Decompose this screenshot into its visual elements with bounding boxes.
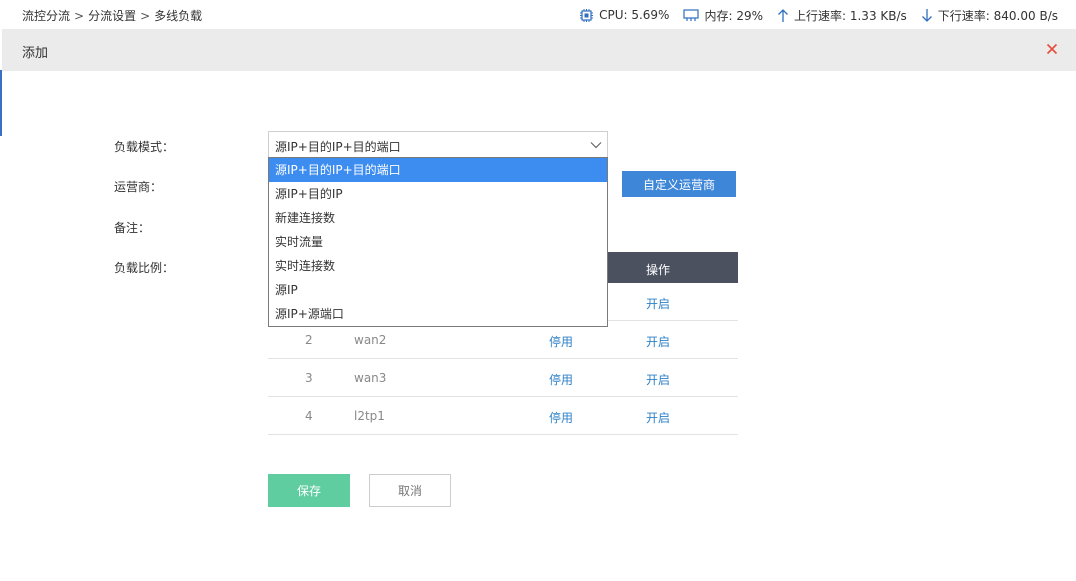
breadcrumb-separator: > <box>140 9 151 23</box>
download-stat: 下行速率: 840.00 B/s <box>921 7 1058 24</box>
cpu-icon <box>580 8 594 22</box>
row-enable-link[interactable]: 开启 <box>646 295 670 312</box>
load-mode-option[interactable]: 实时流量 <box>269 230 607 254</box>
row-number: 4 <box>305 409 313 423</box>
arrow-up-icon <box>778 8 788 22</box>
row-interface: wan2 <box>354 333 387 347</box>
modal-title: 添加 <box>22 46 49 61</box>
row-enable-link[interactable]: 开启 <box>646 371 670 388</box>
load-mode-option[interactable]: 源IP <box>269 278 607 302</box>
isp-label: 运营商： <box>114 180 163 194</box>
download-value: 下行速率: 840.00 B/s <box>937 8 1058 23</box>
table-header-operation: 操作 <box>646 263 671 277</box>
load-mode-option[interactable]: 源IP+源端口 <box>269 302 607 326</box>
memory-icon <box>683 9 700 21</box>
load-mode-label: 负载模式： <box>114 140 175 154</box>
top-status-bar: 流控分流 > 分流设置 > 多线负载 CPU: 5.69% 内存: 29% 上行速率: … <box>0 0 1076 29</box>
load-mode-option[interactable]: 源IP+目的IP <box>269 182 607 206</box>
custom-isp-button[interactable]: 自定义运营商 <box>622 171 736 197</box>
chevron-down-icon <box>590 142 602 149</box>
breadcrumb-separator: > <box>74 9 85 23</box>
row-disable-link[interactable]: 停用 <box>549 409 573 426</box>
load-mode-option[interactable]: 新建连接数 <box>269 206 607 230</box>
cpu-stat: CPU: 5.69% <box>579 8 669 23</box>
load-mode-value: 源IP+目的IP+目的端口 <box>275 140 401 154</box>
cancel-button[interactable]: 取消 <box>369 474 451 507</box>
remark-label: 备注： <box>114 221 151 235</box>
breadcrumb-item-current: 多线负载 <box>154 9 203 23</box>
row-disable-link[interactable]: 停用 <box>549 371 573 388</box>
breadcrumb-item[interactable]: 流控分流 <box>22 9 70 23</box>
load-mode-dropdown: 源IP+目的IP+目的端口 源IP+目的IP 新建连接数 实时流量 实时连接数 … <box>268 157 608 327</box>
breadcrumb-item[interactable]: 分流设置 <box>88 9 136 23</box>
upload-value: 上行速率: 1.33 KB/s <box>794 8 907 23</box>
load-mode-select[interactable]: 源IP+目的IP+目的端口 <box>268 131 608 158</box>
memory-stat: 内存: 29% <box>683 7 763 24</box>
load-mode-option-selected[interactable]: 源IP+目的IP+目的端口 <box>269 158 607 182</box>
ratio-label: 负载比例： <box>114 261 175 275</box>
row-disable-link[interactable]: 停用 <box>549 333 573 350</box>
row-enable-link[interactable]: 开启 <box>646 333 670 350</box>
left-edge-bar <box>0 70 2 136</box>
row-interface: l2tp1 <box>354 409 385 423</box>
save-button[interactable]: 保存 <box>268 474 350 507</box>
row-enable-link[interactable]: 开启 <box>646 409 670 426</box>
memory-value: 内存: 29% <box>704 8 763 23</box>
table-row: 4 l2tp1 停用 开启 <box>268 397 738 435</box>
close-icon[interactable] <box>1044 41 1060 57</box>
arrow-down-icon <box>921 8 932 22</box>
table-row: 3 wan3 停用 开启 <box>268 359 738 397</box>
load-mode-option[interactable]: 实时连接数 <box>269 254 607 278</box>
upload-stat: 上行速率: 1.33 KB/s <box>777 7 907 24</box>
row-number: 2 <box>305 333 313 347</box>
breadcrumb: 流控分流 > 分流设置 > 多线负载 <box>22 7 202 24</box>
system-stats: CPU: 5.69% 内存: 29% 上行速率: 1.33 KB/s 下行速率:… <box>565 6 1058 24</box>
cpu-value: CPU: 5.69% <box>599 8 670 22</box>
modal-header: 添加 <box>2 29 1076 71</box>
row-number: 3 <box>305 371 313 385</box>
row-interface: wan3 <box>354 371 387 385</box>
